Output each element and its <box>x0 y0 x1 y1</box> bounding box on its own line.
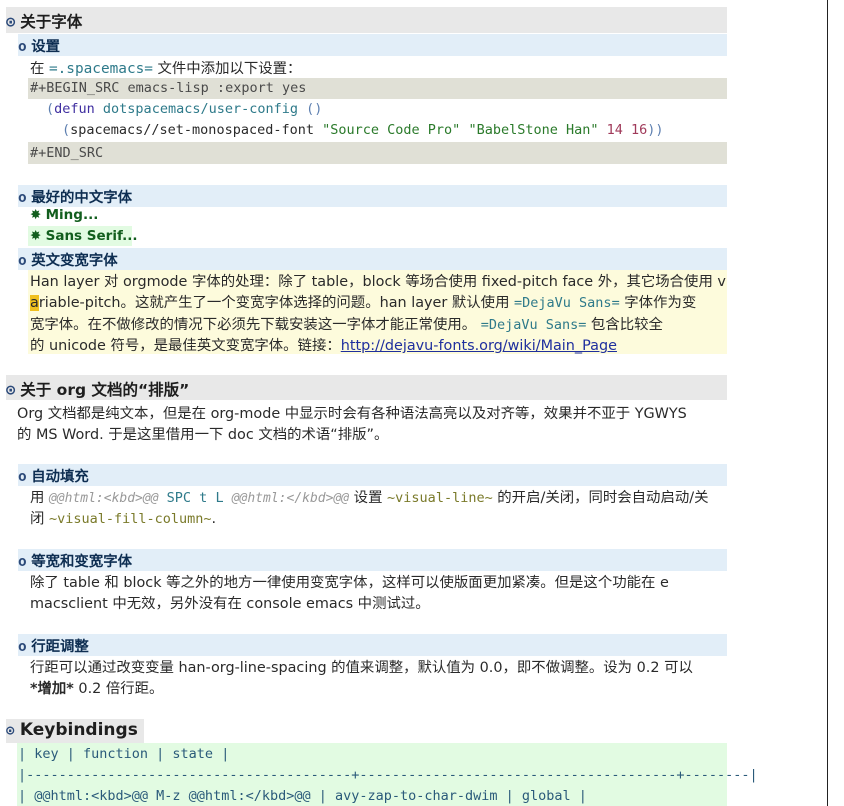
heading-band <box>18 464 727 486</box>
heading-band <box>6 7 727 33</box>
autofill-line-1: 用 @@html:<kbd>@@ SPC t L @@html:</kbd>@@… <box>30 490 709 506</box>
heading-typeset[interactable]: ⊙ 关于 org 文档的“排版” <box>6 378 189 400</box>
bullet-icon: o <box>18 190 27 206</box>
heading-band <box>18 634 727 656</box>
bullet-icon: ⊙ <box>6 13 16 31</box>
star-icon: ✸ <box>30 207 42 223</box>
heading-band <box>18 34 727 56</box>
bullet-icon: ⊙ <box>6 723 15 739</box>
bullet-icon: o <box>18 39 27 55</box>
end-src-line: #+END_SRC <box>30 145 104 161</box>
monovar-line-2: macsclient 中无效，另外没有在 console emacs 中测试过。 <box>30 596 430 612</box>
window-divider <box>827 0 828 806</box>
code-band <box>28 142 727 164</box>
begin-src-line: #+BEGIN_SRC emacs-lisp :export yes <box>30 80 307 96</box>
table-row: | @@html:<kbd>@@ M-z @@html:</kbd>@@ | a… <box>18 788 587 804</box>
table-separator: |---------------------------------------… <box>18 767 758 783</box>
spacing-line-1: 行距可以通过改变变量 han-org-line-spacing 的值来调整，默认… <box>30 660 693 676</box>
bullet-icon: o <box>18 639 27 655</box>
text-cursor: a <box>30 295 39 311</box>
heading-spacing[interactable]: o 行距调整 <box>18 635 89 656</box>
bullet-icon: o <box>18 253 27 269</box>
heading-band <box>18 248 727 270</box>
settings-intro: 在 =.spacemacs= 文件中添加以下设置： <box>30 61 302 77</box>
heading-best-cn[interactable]: o 最好的中文字体 <box>18 186 132 207</box>
spacing-line-2: *增加* 0.2 倍行距。 <box>30 681 164 697</box>
dejavu-link[interactable]: http://dejavu-fonts.org/wiki/Main_Page <box>341 338 617 354</box>
table-header-row: | key | function | state | <box>18 746 230 762</box>
subheading-sans-serif[interactable]: ✸ Sans Serif... <box>30 228 137 244</box>
code-line-1: (defun dotspacemacs/user-config () <box>46 101 323 117</box>
autofill-line-2: 闭 ~visual-fill-column~. <box>30 511 217 527</box>
monovar-line-1: 除了 table 和 block 等之外的地方一律使用变宽字体，这样可以使版面更… <box>30 575 669 591</box>
code-line-2: (spacemacs//set-monospaced-font "Source … <box>62 122 664 138</box>
en-font-line-3: 宽字体。在不做修改的情况下必须先下载安装这一字体才能正常使用。 =DejaVu … <box>30 317 663 333</box>
star-icon: ✸ <box>30 228 42 244</box>
bullet-icon: o <box>18 554 27 570</box>
bullet-icon: ⊙ <box>6 381 16 399</box>
heading-settings[interactable]: o 设置 <box>18 35 60 56</box>
typeset-line-2: 的 MS Word. 于是这里借用一下 doc 文档的术语“排版”。 <box>17 427 389 443</box>
heading-en-font[interactable]: o 英文变宽字体 <box>18 249 118 270</box>
subheading-ming[interactable]: ✸ Ming... <box>30 207 98 223</box>
typeset-line-1: Org 文档都是纯文本，但是在 org-mode 中显示时会有各种语法高亮以及对… <box>17 406 687 422</box>
en-font-line-2: ariable-pitch。这就产生了一个变宽字体选择的问题。han layer… <box>30 295 697 311</box>
bullet-icon: o <box>18 469 27 485</box>
en-font-line-4: 的 unicode 符号，是最佳英文变宽字体。链接：http://dejavu-… <box>30 338 617 354</box>
heading-autofill[interactable]: o 自动填充 <box>18 465 89 486</box>
heading-fonts[interactable]: ⊙ 关于字体 <box>6 10 82 32</box>
heading-monovar[interactable]: o 等宽和变宽字体 <box>18 550 132 571</box>
heading-keybindings[interactable]: ⊙ Keybindings <box>6 720 138 740</box>
en-font-line-1: Han layer 对 orgmode 字体的处理：除了 table，block… <box>30 274 726 290</box>
